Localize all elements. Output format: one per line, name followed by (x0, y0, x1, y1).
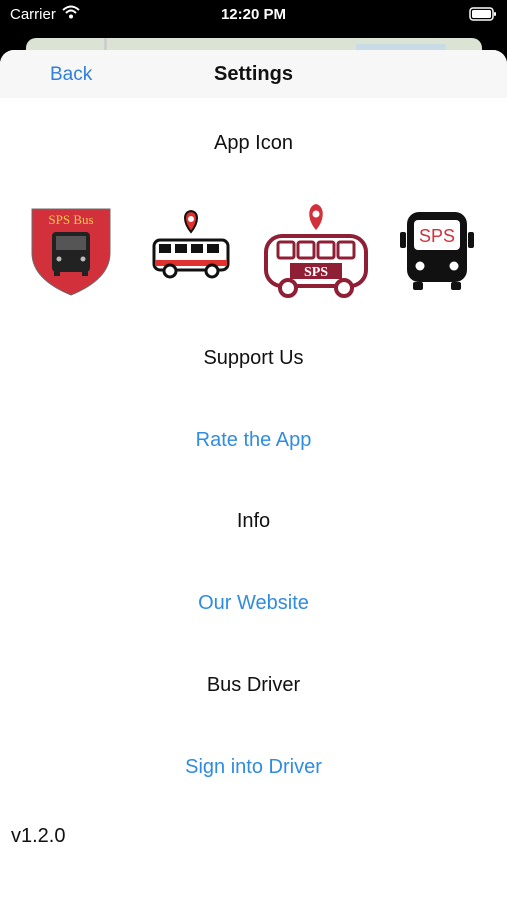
app-icon-option-bus-front[interactable]: SPS (398, 210, 476, 297)
shield-bus-icon: SPS Bus (31, 208, 111, 296)
bus-driver-heading: Bus Driver (206, 674, 301, 696)
maroon-bus-icon: SPS (264, 204, 368, 298)
app-icon-option-shield[interactable]: SPS Bus (30, 207, 112, 302)
bus-pin-icon (152, 209, 230, 279)
rate-app-link[interactable]: Rate the App (0, 429, 507, 452)
our-website-link[interactable]: Our Website (0, 592, 507, 615)
app-icon-heading: App Icon (214, 132, 293, 154)
maroon-bus-label: SPS (304, 265, 328, 280)
app-icon-option-maroon-bus[interactable]: SPS (262, 200, 370, 305)
status-time: 12:20 PM (220, 6, 287, 23)
page-title: Settings (214, 63, 293, 85)
app-icon-option-bus-pin[interactable] (150, 208, 232, 285)
support-us-heading: Support Us (203, 347, 304, 369)
sign-into-driver-link[interactable]: Sign into Driver (0, 756, 507, 779)
battery-icon (469, 7, 497, 25)
navigation-bar: Back Settings (0, 50, 507, 98)
info-heading: Info (236, 510, 271, 532)
bus-front-label: SPS (419, 226, 455, 246)
bus-front-icon: SPS (400, 212, 474, 290)
version-label: v1.2.0 (11, 825, 66, 847)
status-bar: Carrier 12:20 PM (0, 0, 507, 30)
settings-sheet: Back Settings App Icon SPS Bus SPS SPS S… (0, 50, 507, 900)
shield-label: SPS Bus (48, 212, 93, 227)
